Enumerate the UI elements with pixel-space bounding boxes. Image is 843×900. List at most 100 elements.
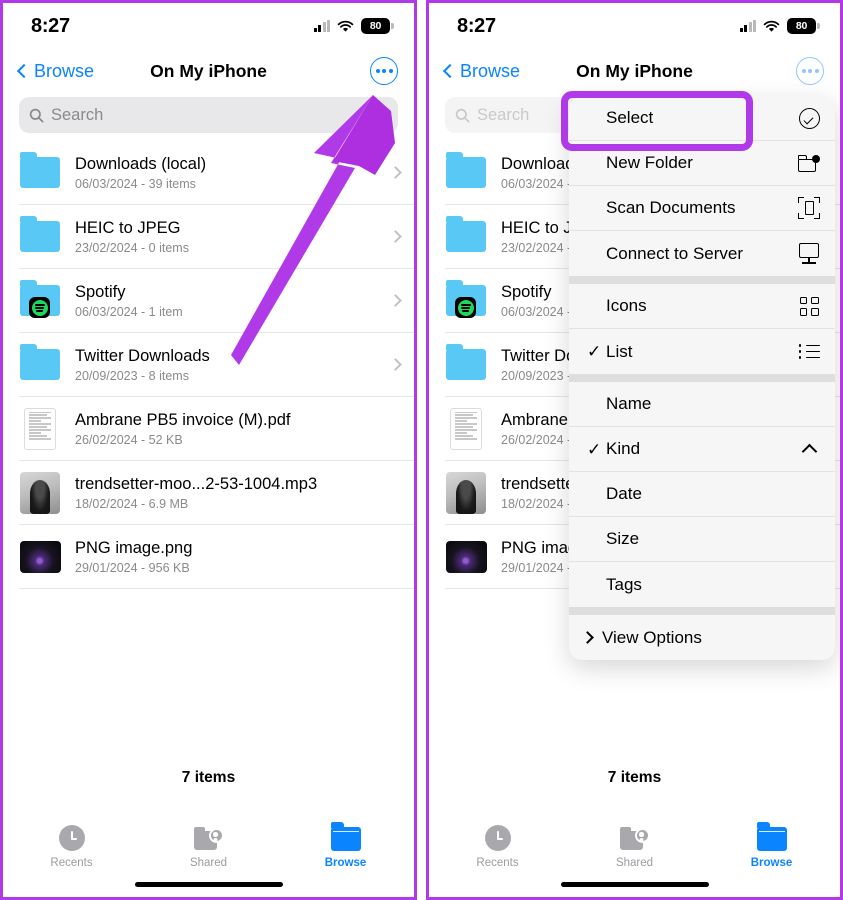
menu-item-scan-documents[interactable]: Scan Documents <box>569 186 835 231</box>
menu-item-list[interactable]: ✓ List <box>569 329 835 374</box>
ellipsis-circle-icon[interactable] <box>796 57 824 85</box>
folder-badge-plus-icon <box>797 151 821 175</box>
pdf-document-thumbnail <box>19 406 61 452</box>
menu-separator <box>569 276 835 284</box>
menu-item-label: Icons <box>606 296 647 315</box>
context-menu: Select New Folder Scan Documents Connect… <box>569 96 835 660</box>
folder-icon <box>445 214 487 260</box>
checkmark-circle-icon <box>797 106 821 130</box>
list-item-text: trendsetter-moo...2-53-1004.mp3 18/02/20… <box>75 474 400 512</box>
status-time: 8:27 <box>31 14 70 37</box>
back-button[interactable]: Browse <box>442 60 521 82</box>
menu-item-label: Select <box>606 108 654 127</box>
battery-icon: 80 <box>361 18 394 34</box>
list-item[interactable]: Downloads (local) 06/03/2024 - 39 items <box>19 141 414 205</box>
chevron-up-icon <box>797 437 821 461</box>
menu-item-kind[interactable]: ✓ Kind <box>569 427 835 472</box>
home-indicator <box>134 882 283 887</box>
cellular-bars-icon <box>313 20 330 32</box>
microphone-icon[interactable] <box>372 106 388 124</box>
list-item[interactable]: Ambrane PB5 invoice (M).pdf 26/02/2024 -… <box>19 397 414 461</box>
menu-item-tags[interactable]: Tags <box>569 562 835 607</box>
list-item-name: PNG image.png <box>75 538 193 557</box>
tab-bar: Recents Shared Browse <box>429 822 840 869</box>
tab-recents[interactable]: Recents <box>3 825 140 869</box>
tab-label: Shared <box>189 857 228 869</box>
search-placeholder: Search <box>51 105 104 124</box>
back-button-label: Browse <box>34 60 95 81</box>
search-container: Search <box>3 93 414 141</box>
list-item[interactable]: Twitter Downloads 20/09/2023 - 8 items <box>19 333 414 397</box>
menu-separator <box>569 607 835 615</box>
tab-bar: Recents Shared Browse <box>3 822 414 869</box>
list-bullet-icon <box>797 340 821 364</box>
menu-item-label: Tags <box>606 574 642 594</box>
menu-item-label: Size <box>606 529 640 548</box>
left-screen: 8:27 80 Browse On My iPhone Search Downl… <box>3 3 414 897</box>
tab-recents[interactable]: Recents <box>429 825 566 869</box>
list-item-meta: 20/09/2023 - 8 items <box>75 369 189 384</box>
list-item-name: Twitter Downloads <box>75 346 210 365</box>
shared-folder-icon <box>619 827 650 851</box>
list-item-meta: 06/03/2024 - 39 items <box>75 177 196 192</box>
list-item-text: HEIC to JPEG 23/02/2024 - 0 items <box>75 218 371 256</box>
tab-shared[interactable]: Shared <box>566 827 703 869</box>
tab-browse[interactable]: Browse <box>703 822 840 869</box>
menu-item-label: Kind <box>606 439 641 458</box>
menu-item-label: List <box>606 341 633 361</box>
list-item-meta: 26/02/2024 - 52 KB <box>75 433 183 448</box>
battery-level: 80 <box>369 20 382 32</box>
tab-label: Shared <box>615 857 654 869</box>
cellular-bars-icon <box>739 20 756 32</box>
tab-browse[interactable]: Browse <box>277 822 414 869</box>
list-item[interactable]: HEIC to JPEG 23/02/2024 - 0 items <box>19 205 414 269</box>
folder-icon <box>330 822 361 851</box>
menu-item-name[interactable]: Name <box>569 382 835 427</box>
png-image-thumbnail <box>445 534 487 580</box>
sort-indicator <box>797 482 821 506</box>
search-icon <box>29 108 44 122</box>
wifi-icon <box>337 20 354 33</box>
list-item[interactable]: PNG image.png 29/01/2024 - 956 KB <box>19 525 414 589</box>
menu-item-connect-to-server[interactable]: Connect to Server <box>569 231 835 276</box>
list-item-text: PNG image.png 29/01/2024 - 956 KB <box>75 538 400 576</box>
search-input[interactable]: Search <box>19 97 398 133</box>
list-item-name: HEIC to JPEG <box>75 218 181 237</box>
list-item[interactable]: trendsetter-moo...2-53-1004.mp3 18/02/20… <box>19 461 414 525</box>
menu-item-checkmark: ✓ <box>587 439 602 459</box>
chevron-right-icon <box>581 631 594 644</box>
menu-item-select[interactable]: Select <box>569 96 835 141</box>
menu-item-view-options[interactable]: View Options <box>569 615 835 660</box>
status-bar: 8:27 80 <box>3 3 414 49</box>
menu-item-icons[interactable]: Icons <box>569 284 835 329</box>
battery-icon: 80 <box>787 18 820 34</box>
right-screen: 8:27 80 Browse On My iPhone Search Downl… <box>429 3 840 897</box>
list-item-meta: 06/03/2024 - 1 item <box>75 305 183 320</box>
chevron-right-icon <box>389 230 402 243</box>
menu-item-label: Date <box>606 484 642 503</box>
menu-item-size[interactable]: Size <box>569 517 835 562</box>
sort-indicator <box>797 573 821 597</box>
folder-icon <box>19 214 61 260</box>
status-bar: 8:27 80 <box>429 3 840 49</box>
menu-item-date[interactable]: Date <box>569 472 835 517</box>
pdf-document-thumbnail <box>445 406 487 452</box>
folder-icon <box>756 822 787 851</box>
file-list: Downloads (local) 06/03/2024 - 39 items … <box>3 141 414 589</box>
ellipsis-circle-icon[interactable] <box>370 57 398 85</box>
list-item-text: Ambrane PB5 invoice (M).pdf 26/02/2024 -… <box>75 410 400 448</box>
audio-artwork-thumbnail <box>19 470 61 516</box>
tab-label: Browse <box>324 857 367 869</box>
back-button-label: Browse <box>460 60 521 81</box>
status-indicators: 80 <box>313 18 394 34</box>
list-item-text: Spotify 06/03/2024 - 1 item <box>75 282 371 320</box>
folder-icon <box>445 150 487 196</box>
back-button[interactable]: Browse <box>16 60 95 82</box>
tab-shared[interactable]: Shared <box>140 827 277 869</box>
menu-separator <box>569 374 835 382</box>
list-item-meta: 29/01/2024 - 956 KB <box>75 561 190 576</box>
doc-viewfinder-icon <box>797 196 821 220</box>
list-item[interactable]: Spotify 06/03/2024 - 1 item <box>19 269 414 333</box>
menu-item-new-folder[interactable]: New Folder <box>569 141 835 186</box>
phone-screenshot-left: 8:27 80 Browse On My iPhone Search Downl… <box>0 0 417 900</box>
